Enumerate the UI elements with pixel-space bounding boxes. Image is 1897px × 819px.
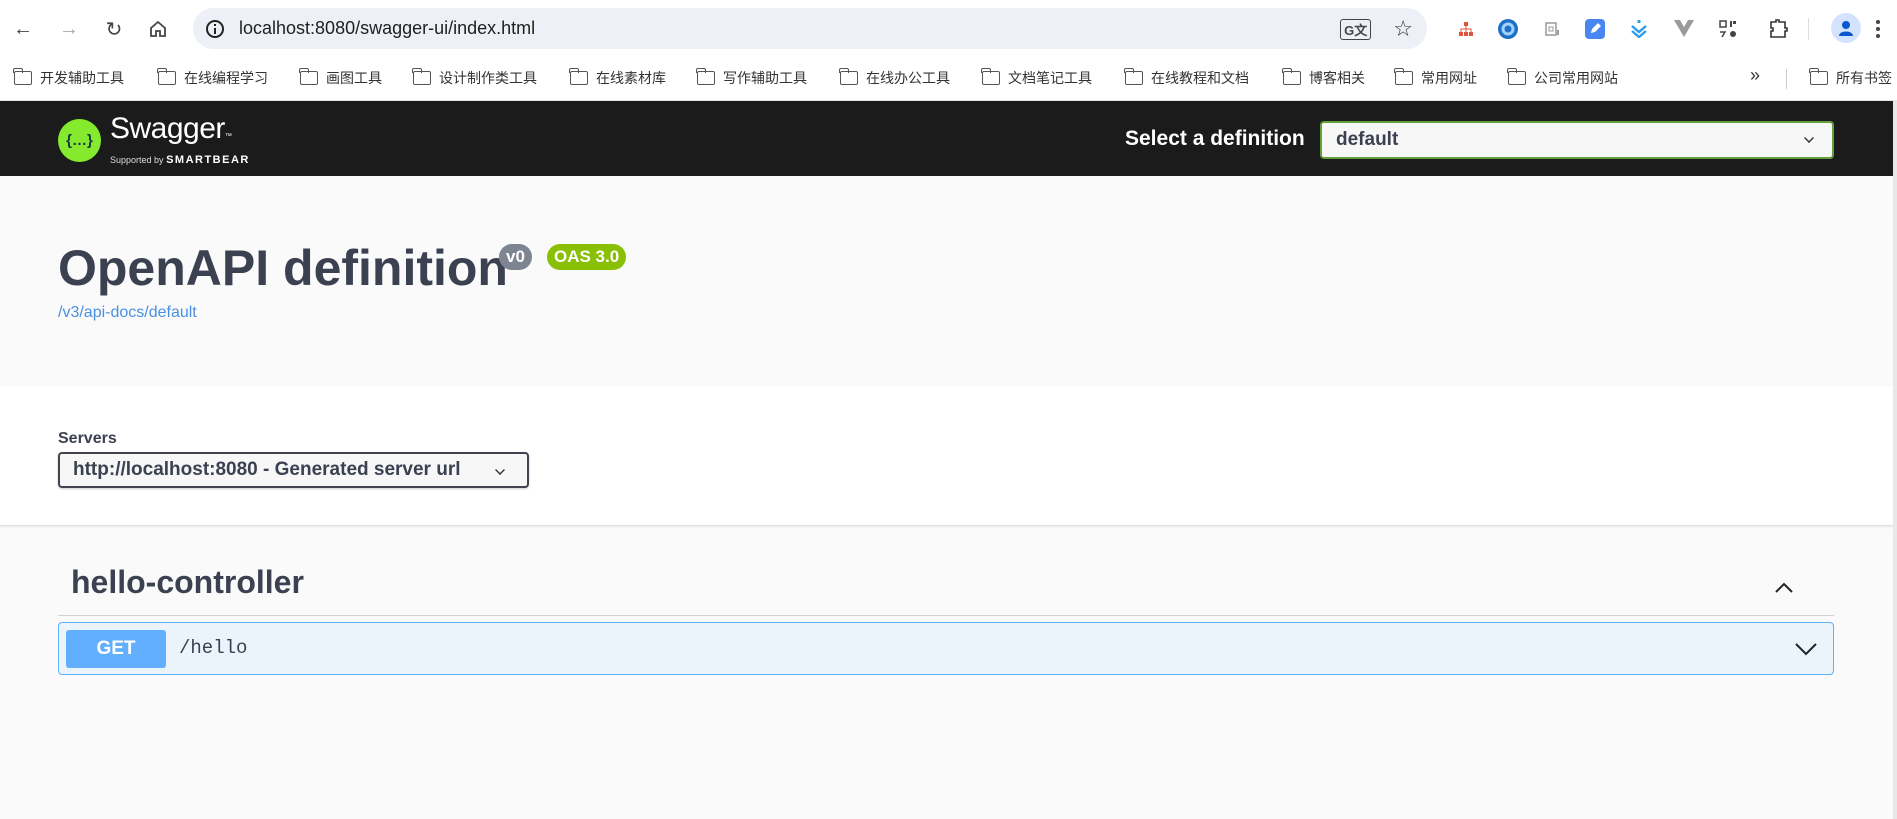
bookmark-label: 在线教程和文档 (1151, 70, 1249, 86)
logo-name: Swagger (110, 112, 225, 145)
bookmark-folder[interactable]: 写作辅助工具 (696, 68, 807, 88)
translate-icon[interactable]: G文 (1340, 18, 1372, 40)
bookmarks-divider (1786, 69, 1787, 89)
toolbar-divider (1808, 18, 1809, 40)
spec-link[interactable]: /v3/api-docs/default (58, 304, 197, 322)
operation-get-hello[interactable]: GET /hello (58, 622, 1834, 675)
bookmark-folder[interactable]: 公司常用网站 (1507, 68, 1618, 88)
folder-icon (981, 68, 1000, 85)
menu-kebab-icon[interactable] (1871, 16, 1885, 42)
definition-label: Select a definition (1125, 127, 1305, 150)
logo-brand: SMARTBEAR (166, 154, 250, 166)
bookmark-label: 画图工具 (326, 70, 382, 86)
ie-extension-icon[interactable] (1495, 16, 1521, 42)
swagger-logo-icon: {…} (58, 118, 101, 162)
chevron-up-icon[interactable] (1774, 578, 1794, 598)
profile-avatar-icon[interactable] (1831, 13, 1861, 43)
oas-badge: OAS 3.0 (547, 244, 627, 270)
servers-label: Servers (58, 430, 117, 447)
address-bar[interactable]: localhost:8080/swagger-ui/index.html G文 … (193, 8, 1427, 49)
folder-icon (157, 68, 176, 85)
page-scrollbar[interactable] (1893, 101, 1897, 819)
folder-icon (1809, 68, 1828, 85)
folder-icon (1282, 68, 1301, 85)
bookmark-label: 在线编程学习 (184, 70, 268, 86)
bookmark-label: 开发辅助工具 (40, 70, 124, 86)
chevron-down-icon[interactable] (1793, 637, 1819, 661)
bookmark-folder[interactable]: 画图工具 (299, 68, 382, 88)
bookmark-label: 文档笔记工具 (1008, 70, 1092, 86)
bookmark-label: 写作辅助工具 (723, 70, 807, 86)
bookmark-folder[interactable]: 在线办公工具 (839, 68, 950, 88)
bookmark-label: 设计制作类工具 (439, 70, 537, 86)
extensions-puzzle-icon[interactable] (1765, 16, 1791, 42)
folder-icon (1394, 68, 1413, 85)
tag-section[interactable]: hello-controller (58, 560, 1834, 616)
all-bookmarks-folder[interactable]: 所有书签 (1809, 68, 1892, 88)
home-icon[interactable] (143, 14, 173, 44)
chevron-down-icon (495, 465, 505, 475)
bookmark-folder[interactable]: 文档笔记工具 (981, 68, 1092, 88)
bookmark-label: 博客相关 (1309, 70, 1365, 86)
dict-extension-icon[interactable] (1539, 16, 1565, 42)
bookmarks-bar: 开发辅助工具 在线编程学习 画图工具 设计制作类工具 在线素材库 写作辅助工具 … (0, 57, 1897, 101)
method-badge: GET (66, 630, 166, 668)
swagger-logo[interactable]: {…} Swagger™ Supported by SMARTBEAR (58, 114, 250, 166)
folder-icon (412, 68, 431, 85)
back-arrow-icon[interactable]: ← (8, 14, 38, 44)
forward-arrow-icon[interactable]: → (54, 14, 84, 44)
swagger-topbar: {…} Swagger™ Supported by SMARTBEAR Sele… (0, 101, 1897, 176)
folder-icon (1124, 68, 1143, 85)
server-value: http://localhost:8080 - Generated server… (73, 459, 461, 480)
folder-icon (299, 68, 318, 85)
logo-tm: ™ (224, 133, 232, 140)
bookmark-folder[interactable]: 开发辅助工具 (13, 68, 124, 88)
page-title: OpenAPI definition (58, 240, 508, 296)
bookmark-folder[interactable]: 设计制作类工具 (412, 68, 537, 88)
download-extension-icon[interactable] (1626, 16, 1652, 42)
bookmark-star-icon[interactable]: ☆ (1393, 16, 1413, 42)
bookmark-label: 在线办公工具 (866, 70, 950, 86)
note-extension-icon[interactable] (1582, 16, 1608, 42)
tag-name: hello-controller (71, 564, 304, 600)
definition-value: default (1336, 129, 1399, 150)
bookmark-folder[interactable]: 博客相关 (1282, 68, 1365, 88)
site-info-icon[interactable] (203, 17, 227, 41)
bookmark-folder[interactable]: 在线编程学习 (157, 68, 268, 88)
bookmarks-overflow-button[interactable]: » (1750, 65, 1760, 86)
bookmark-folder[interactable]: 在线素材库 (569, 68, 666, 88)
sitemap-extension-icon[interactable] (1453, 16, 1479, 42)
folder-icon (1507, 68, 1526, 85)
bookmark-label: 所有书签 (1836, 70, 1892, 86)
servers-select[interactable]: http://localhost:8080 - Generated server… (58, 452, 529, 488)
operation-path: /hello (179, 637, 248, 659)
logo-sub: Supported by (110, 155, 164, 165)
api-info: OpenAPI definition v0 OAS 3.0 /v3/api-do… (0, 176, 1897, 386)
reload-icon[interactable]: ↻ (99, 14, 129, 44)
servers-section: Servers http://localhost:8080 - Generate… (0, 386, 1893, 526)
vue-devtools-icon[interactable] (1671, 16, 1697, 42)
folder-icon (839, 68, 858, 85)
bookmark-label: 公司常用网站 (1534, 70, 1618, 86)
folder-icon (13, 68, 32, 85)
bookmark-folder[interactable]: 常用网址 (1394, 68, 1477, 88)
qr-code-icon[interactable] (1715, 16, 1741, 42)
chevron-down-icon (1804, 133, 1814, 143)
version-badge: v0 (499, 244, 532, 270)
folder-icon (569, 68, 588, 85)
definition-select[interactable]: default (1320, 121, 1834, 159)
bookmark-label: 常用网址 (1421, 70, 1477, 86)
bookmark-label: 在线素材库 (596, 70, 666, 86)
folder-icon (696, 68, 715, 85)
browser-toolbar: ← → ↻ localhost:8080/swagger-ui/index.ht… (0, 0, 1897, 57)
bookmark-folder[interactable]: 在线教程和文档 (1124, 68, 1249, 88)
url-text[interactable]: localhost:8080/swagger-ui/index.html (239, 18, 535, 39)
